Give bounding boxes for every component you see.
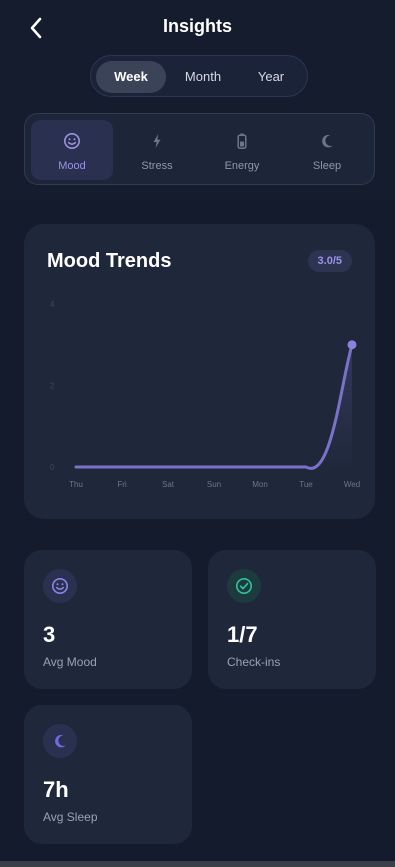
tab-week[interactable]: Week xyxy=(96,61,166,93)
avg-sleep-value: 7h xyxy=(43,777,69,802)
page-title: Insights xyxy=(162,16,232,36)
metric-selector: Mood Stress Energy Sleep xyxy=(24,113,375,185)
moon-icon xyxy=(55,734,66,748)
tab-year[interactable]: Year xyxy=(238,61,304,93)
x-tick-label-wed: Wed xyxy=(344,480,360,489)
tab-month[interactable]: Month xyxy=(168,61,238,93)
battery-icon xyxy=(237,133,247,149)
x-tick-label-tue: Tue xyxy=(299,480,313,489)
x-tick-label-sat: Sat xyxy=(162,480,175,489)
avg-mood-value: 3 xyxy=(43,622,56,647)
metric-label-sleep: Sleep xyxy=(312,160,342,172)
x-tick-label-fri: Fri xyxy=(117,480,127,489)
mood-series-line xyxy=(74,343,354,470)
stat-card-avg-sleep: 7h Avg Sleep xyxy=(24,705,192,844)
metric-label-stress: Stress xyxy=(141,160,173,172)
check-ins-label: Check-ins xyxy=(227,655,281,669)
stat-icon-check-ins xyxy=(227,569,261,603)
app-header: Insights xyxy=(0,0,395,56)
smile-icon xyxy=(52,578,68,594)
bottom-edge-bar xyxy=(0,861,395,867)
metric-label-energy: Energy xyxy=(224,160,260,172)
metric-tab-stress[interactable]: Stress xyxy=(116,120,198,180)
stat-card-check-ins: 1/7 Check-ins xyxy=(208,550,376,689)
moon-icon xyxy=(322,134,333,148)
series-area xyxy=(306,344,352,469)
metric-tab-sleep[interactable]: Sleep xyxy=(286,120,368,180)
data-point-wed[interactable] xyxy=(347,340,357,350)
stat-card-avg-mood: 3 Avg Mood xyxy=(24,550,192,689)
metric-label-mood: Mood xyxy=(58,160,86,172)
y-tick-label: 4 xyxy=(50,300,55,309)
avg-mood-label: Avg Mood xyxy=(43,655,97,669)
mood-trends-card: Mood Trends 3.0/5 0 2 4 Thu Fri Sat Sun Mon Tue W… xyxy=(24,224,375,519)
x-tick-label-thu: Thu xyxy=(69,480,83,489)
y-tick-label: 2 xyxy=(50,382,55,391)
mood-line-chart: 0 2 4 Thu Fri Sat Sun Mon Tue Wed xyxy=(50,300,360,489)
x-tick-label-mon: Mon xyxy=(252,480,268,489)
x-tick-label-sun: Sun xyxy=(207,480,221,489)
check-circle-icon xyxy=(236,578,252,594)
metric-tab-mood[interactable]: Mood xyxy=(31,120,113,180)
bolt-icon xyxy=(153,134,161,148)
avg-sleep-label: Avg Sleep xyxy=(43,810,98,824)
y-tick-label: 0 xyxy=(50,463,55,472)
check-ins-value: 1/7 xyxy=(227,622,258,647)
period-segmented-control: Week Month Year xyxy=(90,55,308,97)
metric-tab-energy[interactable]: Energy xyxy=(201,120,283,180)
stat-icon-avg-mood xyxy=(43,569,77,603)
smile-icon xyxy=(64,133,80,149)
stat-icon-avg-sleep xyxy=(43,724,77,758)
